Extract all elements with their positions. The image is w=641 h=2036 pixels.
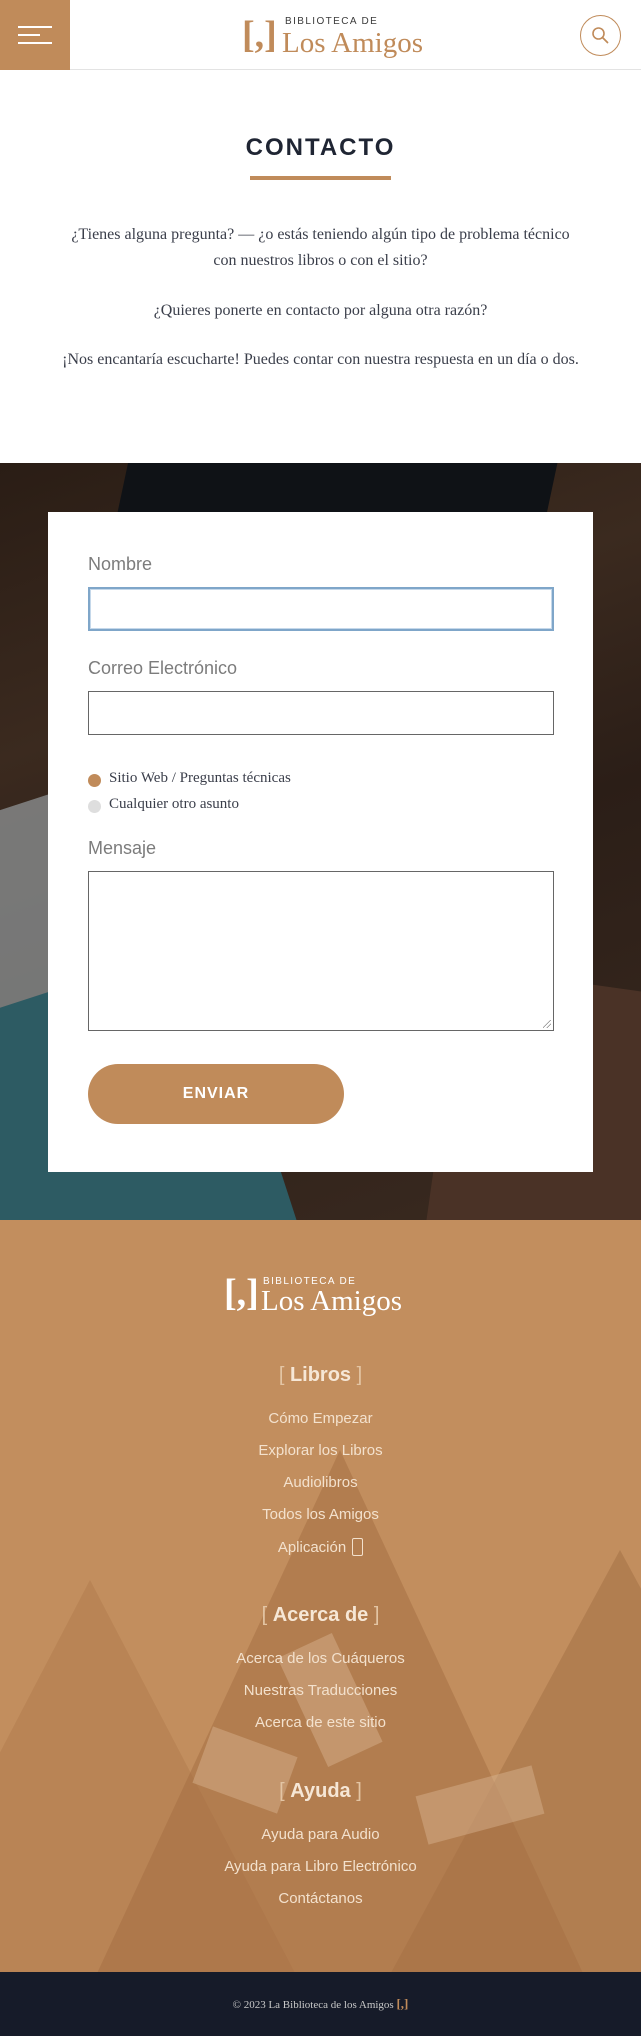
footer-link-acerca-sitio[interactable]: Acerca de este sitio — [0, 1714, 641, 1731]
copyright-text: © 2023 La Biblioteca de los Amigos [,] — [232, 1996, 409, 2011]
footer-heading-libros: [ Libros ] — [278, 1364, 363, 1386]
footer-link-ayuda-ebook[interactable]: Ayuda para Libro Electrónico — [0, 1858, 641, 1875]
menu-button[interactable] — [0, 0, 70, 70]
message-textarea[interactable] — [88, 871, 554, 1031]
footer-link-contactanos[interactable]: Contáctanos — [0, 1890, 641, 1907]
logo-small-text: BIBLIOTECA DE — [285, 16, 379, 27]
intro-paragraph-3: ¡Nos encantaría escucharte! Puedes conta… — [62, 351, 579, 368]
logo-bracket: [,] — [242, 14, 277, 56]
submit-button[interactable]: ENVIAR — [88, 1064, 344, 1124]
site-logo[interactable]: [,] BIBLIOTECA DE Los Amigos — [242, 14, 436, 58]
phone-icon — [352, 1538, 364, 1556]
title-underline — [250, 176, 391, 180]
site-footer: [,] BIBLIOTECA DE Los Amigos [ Libros ] … — [0, 1220, 641, 1972]
name-label: Nombre — [88, 554, 153, 574]
footer-heading-acerca: [ Acerca de ] — [261, 1604, 380, 1626]
name-field[interactable] — [88, 587, 554, 631]
footer-link-audiolibros[interactable]: Audiolibros — [0, 1474, 641, 1491]
email-label: Correo Electrónico — [88, 658, 238, 678]
footer-link-cuaqueros[interactable]: Acerca de los Cuáqueros — [0, 1650, 641, 1667]
message-label: Mensaje — [88, 838, 157, 858]
footer-link-ayuda-audio[interactable]: Ayuda para Audio — [0, 1826, 641, 1843]
intro-paragraph-2: ¿Quieres ponerte en contacto por alguna … — [153, 302, 488, 319]
hamburger-icon — [18, 26, 52, 28]
intro-paragraph-1: ¿Tienes alguna pregunta? — ¿o estás teni… — [71, 226, 570, 269]
search-icon — [592, 27, 609, 44]
radio-selected-icon — [88, 774, 101, 787]
radio-unselected-icon — [88, 800, 101, 813]
resize-handle-icon[interactable] — [543, 1020, 551, 1028]
footer-link-todos-amigos[interactable]: Todos los Amigos — [0, 1506, 641, 1523]
page-title: CONTACTO — [245, 134, 396, 161]
footer-heading-ayuda: [ Ayuda ] — [279, 1780, 362, 1802]
footer-logo-bracket: [,] — [224, 1272, 259, 1314]
contact-form: Nombre Correo Electrónico Sitio Web / Pr… — [48, 512, 593, 1172]
search-button[interactable] — [580, 15, 621, 56]
email-field[interactable] — [88, 691, 554, 735]
footer-link-traducciones[interactable]: Nuestras Traducciones — [0, 1682, 641, 1699]
copyright-logo-mark: [,] — [396, 1996, 409, 2011]
footer-link-explorar-libros[interactable]: Explorar los Libros — [0, 1442, 641, 1459]
footer-logo[interactable]: [,] BIBLIOTECA DE Los Amigos — [224, 1272, 420, 1316]
site-header: [,] BIBLIOTECA DE Los Amigos — [0, 0, 641, 70]
footer-link-aplicacion[interactable]: Aplicación — [0, 1538, 641, 1556]
footer-logo-big-text: Los Amigos — [261, 1285, 402, 1317]
logo-big-text: Los Amigos — [282, 27, 423, 59]
footer-link-como-empezar[interactable]: Cómo Empezar — [0, 1410, 641, 1427]
copyright-bar: © 2023 La Biblioteca de los Amigos [,] — [0, 1972, 641, 2036]
